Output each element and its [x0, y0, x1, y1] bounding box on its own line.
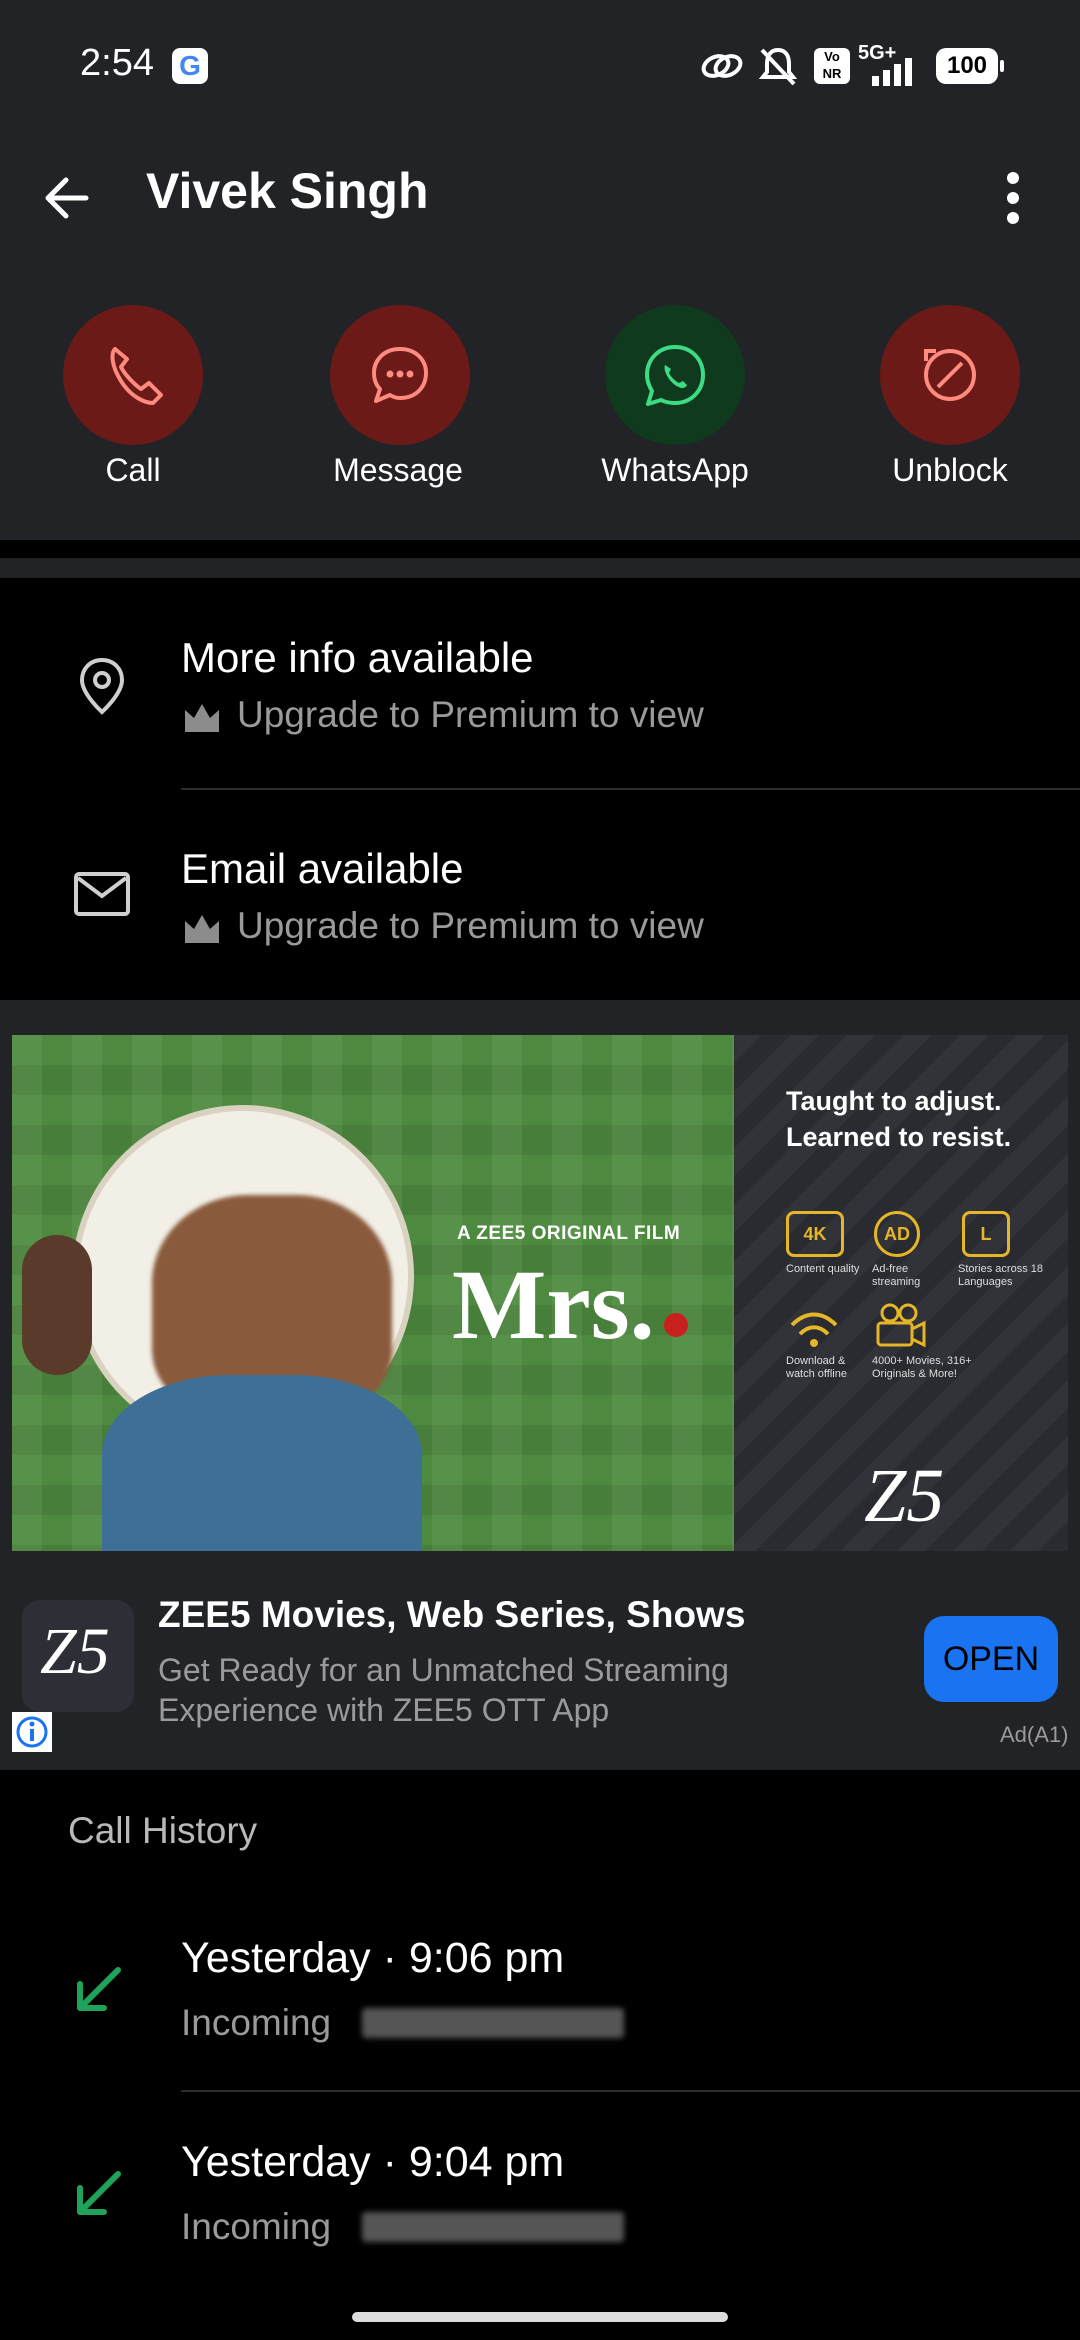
home-indicator[interactable]	[352, 2312, 728, 2322]
section-divider	[0, 558, 1080, 578]
location-pin-icon	[79, 657, 125, 715]
4k-icon: 4K	[786, 1211, 844, 1257]
feature-label: Stories across 18 Languages	[958, 1263, 1043, 1288]
incoming-call-icon	[77, 1967, 121, 2011]
saree-graphic	[102, 1375, 422, 1551]
battery-icon: 100	[936, 48, 1004, 84]
unblock-button[interactable]	[880, 305, 1020, 445]
ad-app-desc-line2: Experience with ZEE5 OTT App	[158, 1692, 610, 1728]
more-options-icon[interactable]	[1000, 168, 1026, 228]
google-icon: G	[172, 48, 208, 84]
ad-film-title: Mrs.	[452, 1249, 655, 1360]
whatsapp-button[interactable]	[605, 305, 745, 445]
man-figure	[22, 1235, 92, 1375]
divider	[181, 2090, 1080, 2092]
call-type: Incoming	[181, 2002, 332, 2043]
open-button[interactable]: OPEN	[924, 1616, 1058, 1702]
phone-icon	[110, 347, 163, 405]
call-button[interactable]	[63, 305, 203, 445]
ad-feature-panel[interactable]: Taught to adjust. Learned to resist. 4K …	[734, 1035, 1068, 1551]
ad-tagline-1: Taught to adjust.	[786, 1086, 1002, 1116]
feature-label: 4000+ Movies, 316+ Originals & More!	[872, 1355, 972, 1380]
back-arrow-icon[interactable]	[40, 170, 96, 226]
crown-icon	[185, 915, 219, 943]
link-icon	[701, 54, 743, 78]
chat-bubble-icon	[372, 347, 428, 403]
email-upgrade[interactable]: Upgrade to Premium to view	[237, 905, 704, 947]
ad-tagline-2: Learned to resist.	[786, 1122, 1012, 1152]
app-icon-logo: Z5	[40, 1615, 110, 1688]
email-title: Email available	[181, 845, 464, 892]
unblock-icon	[924, 349, 976, 401]
ad-banner-image[interactable]: A ZEE5 ORIGINAL FILM Mrs.	[12, 1035, 734, 1551]
feature-label: Content quality	[786, 1263, 860, 1275]
ad-label: Ad(A1)	[1000, 1722, 1069, 1747]
feature-label: Download & watch offline	[786, 1355, 847, 1380]
divider	[181, 788, 1080, 790]
call-time[interactable]: Yesterday · 9:04 pm	[181, 2138, 564, 2187]
status-time: 2:54	[80, 42, 154, 84]
zee5-logo: Z5	[864, 1454, 945, 1538]
call-time[interactable]: Yesterday · 9:06 pm	[181, 1934, 564, 1983]
redacted-number	[362, 2212, 624, 2242]
whatsapp-icon	[645, 345, 705, 406]
redacted-number	[362, 2008, 624, 2038]
message-label: Message	[333, 452, 463, 488]
mail-icon	[74, 872, 130, 916]
info-icon[interactable]	[12, 1712, 52, 1752]
more-info-title: More info available	[181, 634, 534, 681]
wifi-download-icon	[790, 1312, 838, 1347]
signal-icon	[872, 58, 912, 86]
languages-icon: L	[962, 1211, 1010, 1257]
zee5-app-icon[interactable]: Z5	[22, 1600, 134, 1712]
ad-free-icon: AD	[874, 1211, 920, 1257]
ad-app-title[interactable]: ZEE5 Movies, Web Series, Shows	[158, 1594, 745, 1636]
bell-muted-icon	[758, 47, 798, 86]
ad-app-desc-line1: Get Ready for an Unmatched Streaming	[158, 1652, 729, 1688]
contact-name: Vivek Singh	[146, 163, 429, 219]
section-divider	[0, 540, 1080, 558]
volte-icon: Vo NR	[814, 48, 850, 84]
feature-label: Ad-free streaming	[872, 1263, 921, 1288]
whatsapp-label: WhatsApp	[601, 452, 749, 488]
incoming-call-icon	[77, 2171, 121, 2215]
call-history-title: Call History	[68, 1810, 258, 1851]
unblock-label: Unblock	[892, 452, 1008, 488]
camera-icon	[876, 1303, 926, 1348]
call-type: Incoming	[181, 2206, 332, 2247]
call-label: Call	[105, 452, 161, 488]
ad-kicker: A ZEE5 ORIGINAL FILM	[457, 1223, 681, 1244]
crown-icon	[185, 704, 219, 732]
more-info-upgrade[interactable]: Upgrade to Premium to view	[237, 694, 704, 736]
star-badge-icon	[664, 1313, 688, 1337]
message-button[interactable]	[330, 305, 470, 445]
